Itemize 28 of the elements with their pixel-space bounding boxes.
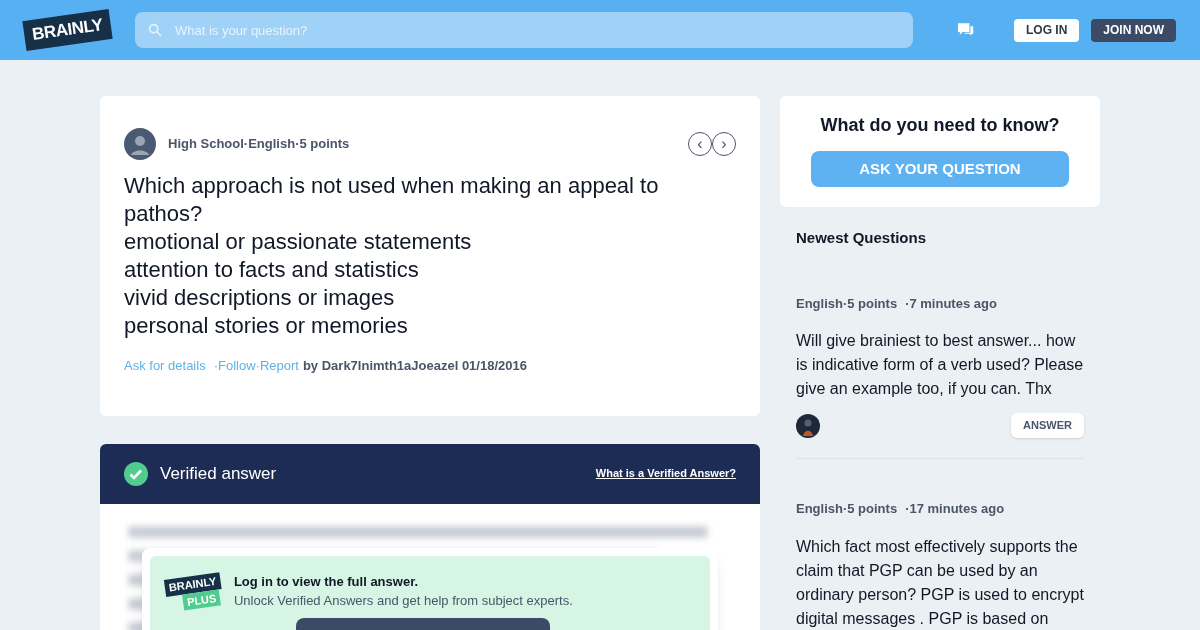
newest-title: Newest Questions [796,228,928,248]
answer-title: Verified answer [160,462,277,485]
ask-title: What do you need to know? [820,114,1060,137]
log-in-button[interactable]: LOG IN [1014,18,1080,42]
question-time: ·17 minutes ago [905,500,1005,518]
author-date: by Dark7lnimth1aJoeazel 01/18/2016 [302,357,527,375]
promo-title: Log in to view the full answer. [233,572,420,591]
question-subject[interactable]: English [796,499,843,519]
question-subject[interactable]: English [796,293,843,313]
promo-subtitle: Unlock Verified Answers and get help from subject experts. [233,592,573,610]
join-now-button[interactable]: JOIN NOW [1091,18,1176,42]
question-time: ·7 minutes ago [905,294,997,313]
question-text: Which approach is not used when making an appeal to pathos? [124,172,660,228]
question-meta[interactable]: High School [168,134,244,154]
question-preview[interactable]: Will give brainiest to best answer... how is indicative form of a verb used? Please give an example too, if you can. Thx [796,329,1084,401]
answer-button[interactable]: ANSWER [1011,413,1084,438]
question-meta: ·5 points [295,135,350,154]
question-text: vivid descriptions or images [124,284,396,312]
verified-help-link[interactable]: What is a Verified Answer? [595,465,736,482]
brainly-logo[interactable]: BRAINLY [22,9,113,51]
question-meta[interactable]: ·English [243,134,296,154]
search-field[interactable]: What is your question? [135,12,913,48]
question-text: attention to facts and statistics [124,256,420,284]
question-points: ·5 points [842,500,898,518]
question-preview[interactable]: Which fact most effectively supports the claim that PGP can be used by an ordinary person? PGP is used to encrypt digital messages . PGP is based on [796,534,1084,630]
question-text: personal stories or memories [124,312,409,340]
question-text: emotional or passionate statements [124,228,473,256]
question-points: ·5 points [842,294,898,313]
